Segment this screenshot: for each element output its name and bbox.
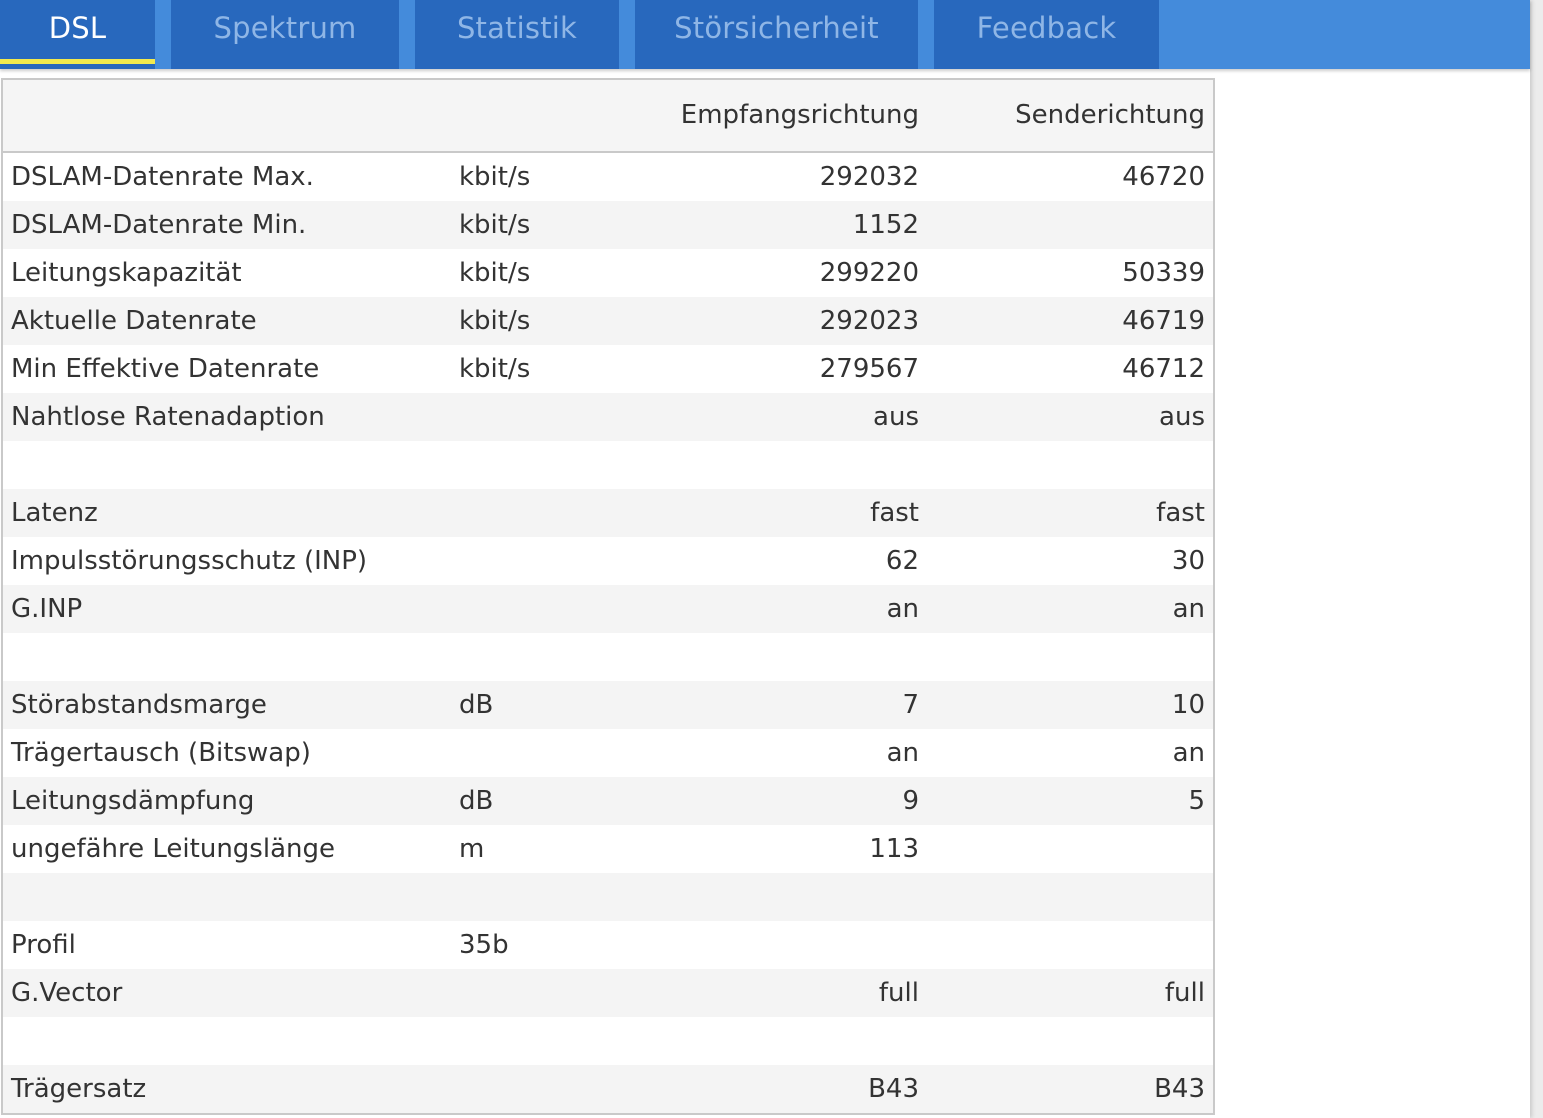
row-unit: dB xyxy=(459,786,494,816)
header-senderichtung: Senderichtung xyxy=(1015,100,1205,130)
header-empfangsrichtung: Empfangsrichtung xyxy=(680,100,919,130)
table-row: Min Effektive Datenrate kbit/s 279567 46712 xyxy=(3,345,1213,393)
table-spacer-row xyxy=(3,1017,1213,1065)
row-label: Min Effektive Datenrate xyxy=(11,354,320,384)
tab-bar: DSL Spektrum Statistik Störsicherheit Fe… xyxy=(0,0,1530,69)
tab-dsl[interactable]: DSL xyxy=(0,0,155,69)
row-senderichtung-value: B43 xyxy=(1154,1074,1205,1104)
tab-statistik[interactable]: Statistik xyxy=(415,0,619,69)
row-empfangsrichtung-value: 292032 xyxy=(819,162,919,192)
table-spacer-row xyxy=(3,873,1213,921)
row-empfangsrichtung-value: aus xyxy=(873,402,919,432)
row-label: ungefähre Leitungslänge xyxy=(11,834,335,864)
table-row: Leitungsdämpfung dB 9 5 xyxy=(3,777,1213,825)
table-row: ungefähre Leitungslänge m 113 xyxy=(3,825,1213,873)
table-row: Latenz fast fast xyxy=(3,489,1213,537)
table-row: Impulsstörungsschutz (INP) 62 30 xyxy=(3,537,1213,585)
row-empfangsrichtung-value: full xyxy=(878,978,919,1008)
row-senderichtung-value: an xyxy=(1172,594,1205,624)
row-label: Nahtlose Ratenadaption xyxy=(11,402,325,432)
row-empfangsrichtung-value: 292023 xyxy=(819,306,919,336)
row-label: Leitungsdämpfung xyxy=(11,786,255,816)
row-unit: dB xyxy=(459,690,494,720)
row-senderichtung-value: an xyxy=(1172,738,1205,768)
tab-feedback-label: Feedback xyxy=(976,11,1117,45)
row-senderichtung-value: 46712 xyxy=(1122,354,1205,384)
row-label: DSLAM-Datenrate Max. xyxy=(11,162,314,192)
tab-spektrum-label: Spektrum xyxy=(213,11,357,45)
table-row: DSLAM-Datenrate Max. kbit/s 292032 46720 xyxy=(3,153,1213,201)
table-row: Nahtlose Ratenadaption aus aus xyxy=(3,393,1213,441)
row-unit: m xyxy=(459,834,485,864)
row-empfangsrichtung-value: 279567 xyxy=(819,354,919,384)
row-empfangsrichtung-value: 113 xyxy=(869,834,919,864)
row-unit: kbit/s xyxy=(459,354,531,384)
table-row: Trägertausch (Bitswap) an an xyxy=(3,729,1213,777)
row-label: DSLAM-Datenrate Min. xyxy=(11,210,307,240)
row-empfangsrichtung-value: an xyxy=(886,738,919,768)
tab-feedback[interactable]: Feedback xyxy=(934,0,1159,69)
row-label: G.Vector xyxy=(11,978,123,1008)
table-row: DSLAM-Datenrate Min. kbit/s 1152 xyxy=(3,201,1213,249)
row-empfangsrichtung-value: 1152 xyxy=(852,210,919,240)
row-unit: kbit/s xyxy=(459,306,531,336)
row-empfangsrichtung-value: an xyxy=(886,594,919,624)
row-label: G.INP xyxy=(11,594,83,624)
tab-spektrum[interactable]: Spektrum xyxy=(171,0,399,69)
table-spacer-row xyxy=(3,633,1213,681)
row-empfangsrichtung-value: 9 xyxy=(902,786,919,816)
row-label: Impulsstörungsschutz (INP) xyxy=(11,546,368,576)
table-row: Aktuelle Datenrate kbit/s 292023 46719 xyxy=(3,297,1213,345)
row-unit: kbit/s xyxy=(459,162,531,192)
table-body: DSLAM-Datenrate Max. kbit/s 292032 46720 DSL… xyxy=(3,153,1213,1113)
row-senderichtung-value: 46720 xyxy=(1122,162,1205,192)
table-spacer-row xyxy=(3,441,1213,489)
tab-stoersicherheit[interactable]: Störsicherheit xyxy=(635,0,918,69)
row-senderichtung-value: full xyxy=(1164,978,1205,1008)
table-row: Störabstandsmarge dB 7 10 xyxy=(3,681,1213,729)
row-senderichtung-value: 46719 xyxy=(1122,306,1205,336)
row-senderichtung-value: fast xyxy=(1156,498,1205,528)
tab-dsl-label: DSL xyxy=(48,11,107,45)
table-row: G.Vector full full xyxy=(3,969,1213,1017)
row-label: Trägersatz xyxy=(11,1074,147,1104)
row-unit: 35b xyxy=(459,930,509,960)
table-row: Leitungskapazität kbit/s 299220 50339 xyxy=(3,249,1213,297)
row-empfangsrichtung-value: 62 xyxy=(885,546,919,576)
table-row: Profil 35b xyxy=(3,921,1213,969)
row-senderichtung-value: 10 xyxy=(1171,690,1205,720)
table-row: G.INP an an xyxy=(3,585,1213,633)
row-senderichtung-value: aus xyxy=(1159,402,1205,432)
tab-statistik-label: Statistik xyxy=(456,11,578,45)
active-tab-indicator xyxy=(0,59,155,64)
row-unit: kbit/s xyxy=(459,210,531,240)
row-senderichtung-value: 30 xyxy=(1171,546,1205,576)
dsl-info-table: Empfangsrichtung Senderichtung DSLAM-Dat… xyxy=(1,78,1215,1115)
row-unit: kbit/s xyxy=(459,258,531,288)
row-label: Latenz xyxy=(11,498,98,528)
row-empfangsrichtung-value: 299220 xyxy=(819,258,919,288)
row-label: Leitungskapazität xyxy=(11,258,242,288)
tab-stoersicherheit-label: Störsicherheit xyxy=(674,11,879,45)
row-empfangsrichtung-value: B43 xyxy=(868,1074,919,1104)
row-label: Störabstandsmarge xyxy=(11,690,267,720)
row-senderichtung-value: 50339 xyxy=(1122,258,1205,288)
table-row: Trägersatz B43 B43 xyxy=(3,1065,1213,1113)
row-label: Aktuelle Datenrate xyxy=(11,306,257,336)
table-header: Empfangsrichtung Senderichtung xyxy=(3,80,1213,153)
row-label: Profil xyxy=(11,930,76,960)
row-label: Trägertausch (Bitswap) xyxy=(11,738,311,768)
dsl-info-page: DSL Spektrum Statistik Störsicherheit Fe… xyxy=(0,0,1530,1118)
row-senderichtung-value: 5 xyxy=(1188,786,1205,816)
row-empfangsrichtung-value: 7 xyxy=(902,690,919,720)
row-empfangsrichtung-value: fast xyxy=(870,498,919,528)
